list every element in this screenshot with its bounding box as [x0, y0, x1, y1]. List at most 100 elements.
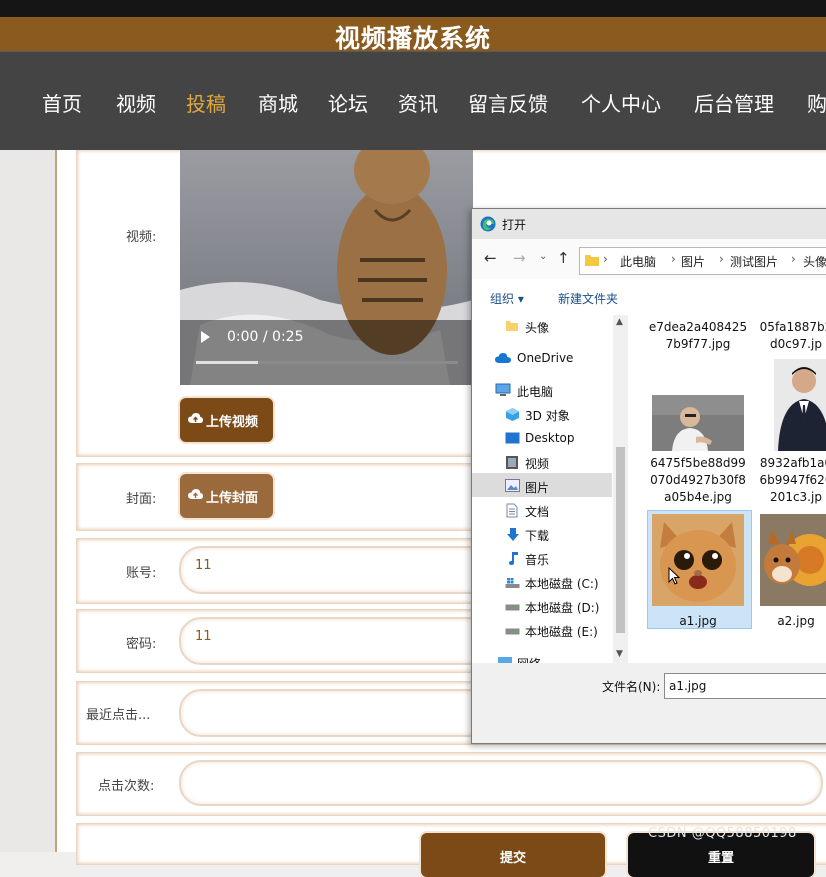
tree-item-this-pc[interactable]: 此电脑: [517, 383, 553, 400]
nav-item-feedback[interactable]: 留言反馈: [468, 88, 548, 117]
tree-scrollbar[interactable]: ▲ ▼: [613, 315, 628, 663]
file-name-line: e7dea2a408425: [648, 320, 748, 334]
file-item[interactable]: 05fa1887b2 d0c97.jp: [756, 319, 826, 353]
file-item[interactable]: a1.jpg: [648, 613, 748, 630]
tree-item-downloads[interactable]: 下载: [525, 527, 549, 544]
submit-button[interactable]: 提交: [421, 833, 605, 877]
site-header: 视频播放系统: [0, 17, 826, 53]
folder-icon: [585, 255, 599, 266]
drive-icon: [505, 628, 520, 635]
breadcrumb-separator-icon: ›: [603, 252, 608, 266]
password-label: 密码:: [126, 637, 157, 652]
windows-drive-icon: [505, 578, 520, 588]
folder-icon: [506, 321, 518, 331]
dialog-titlebar: 打开: [472, 209, 826, 239]
breadcrumb-pictures[interactable]: 图片: [681, 253, 705, 270]
main-nav: 首页 视频 投稿 商城 论坛 资讯 留言反馈 个人中心 后台管理 购: [0, 51, 826, 151]
tree-item-3d-objects[interactable]: 3D 对象: [525, 407, 570, 424]
back-arrow-icon[interactable]: ←: [484, 249, 497, 267]
nav-item-admin[interactable]: 后台管理: [694, 88, 774, 117]
file-list: e7dea2a408425 7b9f77.jpg 05fa1887b2 d0c9…: [628, 315, 826, 663]
nav-item-cart[interactable]: 购: [807, 88, 826, 117]
tree-item-drive-e[interactable]: 本地磁盘 (E:): [525, 623, 598, 640]
drive-icon: [505, 604, 520, 611]
up-arrow-icon[interactable]: ↑: [557, 249, 570, 267]
file-name-line: 7b9f77.jpg: [665, 337, 731, 351]
tree-item-documents[interactable]: 文档: [525, 503, 549, 520]
tree-item-desktop[interactable]: Desktop: [525, 431, 575, 445]
upload-video-button[interactable]: 上传视频: [180, 398, 273, 442]
file-open-dialog: 打开 ← → ⌄ ↑ › 此电脑 › 图片 › 测试图片 › 头像 组织 ▾ 新…: [471, 208, 826, 744]
new-folder-button[interactable]: 新建文件夹: [558, 290, 618, 307]
breadcrumb-separator-icon: ›: [671, 252, 676, 266]
thumbnail-dog: [760, 514, 826, 606]
filename-input[interactable]: a1.jpg: [664, 673, 826, 699]
dialog-title: 打开: [502, 218, 527, 232]
dialog-address-bar: ← → ⌄ ↑ › 此电脑 › 图片 › 测试图片 › 头像: [472, 239, 826, 279]
network-icon: [498, 657, 512, 663]
nav-item-home[interactable]: 首页: [42, 88, 82, 117]
recent-click-label: 最近点击...: [86, 708, 151, 723]
organize-menu[interactable]: 组织 ▾: [490, 290, 524, 307]
breadcrumb-test-pictures[interactable]: 测试图片: [730, 253, 778, 270]
account-label: 账号:: [126, 566, 157, 581]
reset-label: 重置: [707, 851, 734, 866]
file-item[interactable]: 6475f5be88d99 070d4927b30f8 a05b4e.jpg: [634, 455, 762, 506]
watermark: CSDN @QQ58850198: [648, 826, 797, 841]
cloud-upload-icon: [188, 413, 203, 423]
nav-item-submit[interactable]: 投稿: [186, 88, 226, 117]
left-margin: [0, 150, 55, 852]
documents-icon: [506, 503, 518, 518]
desktop-icon: [505, 432, 520, 444]
breadcrumb-separator-icon: ›: [791, 252, 796, 266]
nav-item-forum[interactable]: 论坛: [328, 88, 368, 117]
top-strip: [0, 0, 826, 17]
upload-video-label: 上传视频: [206, 415, 259, 430]
tree-item-network[interactable]: 网络: [517, 655, 541, 663]
video-time: 0:00 / 0:25: [227, 329, 304, 345]
upload-cover-button[interactable]: 上传封面: [180, 474, 273, 518]
video-player[interactable]: 0:00 / 0:25: [180, 150, 473, 385]
thumbnail-man-glasses: [652, 395, 744, 451]
submit-label: 提交: [499, 851, 526, 866]
click-count-input[interactable]: [179, 760, 823, 806]
tree-item-videos[interactable]: 视频: [525, 455, 549, 472]
scrollbar-thumb[interactable]: [616, 447, 625, 633]
breadcrumb-separator-icon: ›: [719, 252, 724, 266]
download-arrow-icon: [507, 528, 519, 541]
tree-item-avatar[interactable]: 头像: [525, 319, 549, 336]
nav-item-news[interactable]: 资讯: [398, 88, 438, 117]
breadcrumb-avatar[interactable]: 头像: [803, 253, 826, 270]
nav-item-profile[interactable]: 个人中心: [581, 88, 661, 117]
video-frame: [180, 150, 473, 385]
file-name-line: a05b4e.jpg: [664, 490, 732, 504]
tree-item-pictures[interactable]: 图片: [525, 479, 549, 496]
file-item[interactable]: e7dea2a408425 7b9f77.jpg: [638, 319, 758, 353]
file-name-line: a1.jpg: [679, 614, 717, 628]
file-name-line: 6b9947f620: [759, 473, 826, 487]
scroll-down-icon[interactable]: ▼: [616, 649, 623, 659]
breadcrumb[interactable]: › 此电脑 › 图片 › 测试图片 › 头像: [579, 247, 826, 275]
tree-item-music[interactable]: 音乐: [525, 551, 549, 568]
navigation-pane: 头像 OneDrive 此电脑 3D 对象 Desktop 视频 图片 文档 下…: [472, 315, 614, 663]
account-value: 11: [195, 558, 212, 573]
pictures-folder-icon: [505, 479, 520, 492]
recent-dropdown-icon[interactable]: ⌄: [539, 251, 547, 262]
nav-item-mall[interactable]: 商城: [258, 88, 298, 117]
tree-item-drive-c[interactable]: 本地磁盘 (C:): [525, 575, 599, 592]
tree-item-drive-d[interactable]: 本地磁盘 (D:): [525, 599, 599, 616]
video-folder-icon: [506, 456, 518, 469]
file-name-line: 070d4927b30f8: [650, 473, 746, 487]
file-name-line: a2.jpg: [777, 614, 815, 628]
file-item[interactable]: 8932afb1a0 6b9947f620 201c3.jp: [756, 455, 826, 506]
thumbnail-man-suit: [774, 359, 826, 451]
breadcrumb-this-pc[interactable]: 此电脑: [620, 253, 656, 270]
scroll-up-icon[interactable]: ▲: [616, 317, 623, 327]
forward-arrow-icon[interactable]: →: [513, 249, 526, 267]
dialog-toolbar: 组织 ▾ 新建文件夹: [472, 281, 826, 313]
edge-browser-icon: [480, 216, 496, 232]
nav-item-video[interactable]: 视频: [116, 88, 156, 117]
file-item[interactable]: a2.jpg: [756, 613, 826, 630]
site-title: 视频播放系统: [334, 24, 491, 53]
tree-item-onedrive[interactable]: OneDrive: [517, 351, 573, 365]
